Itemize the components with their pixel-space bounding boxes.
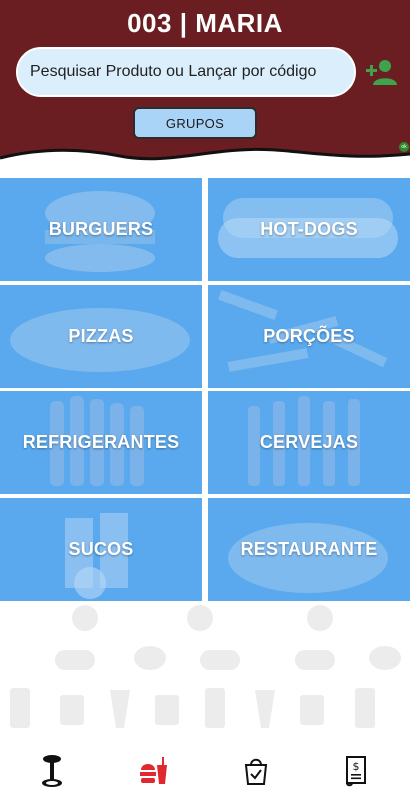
category-sucos[interactable]: SUCOS xyxy=(0,498,202,601)
shopping-bag-check-icon[interactable] xyxy=(236,753,276,789)
category-porcoes[interactable]: PORÇÕES xyxy=(208,285,410,388)
category-refrigerantes[interactable]: REFRIGERANTES xyxy=(0,391,202,494)
category-label: PORÇÕES xyxy=(263,326,355,346)
category-hot-dogs[interactable]: HOT-DOGS xyxy=(208,178,410,281)
add-user-icon[interactable] xyxy=(365,58,397,86)
category-restaurante[interactable]: RESTAURANTE xyxy=(208,498,410,601)
receipt-dollar-icon[interactable]: $ xyxy=(336,753,376,789)
category-label: HOT-DOGS xyxy=(260,219,358,239)
status-badge: ok xyxy=(399,142,409,152)
category-label: REFRIGERANTES xyxy=(22,432,180,452)
groups-button[interactable]: GRUPOS xyxy=(133,107,257,139)
category-label: PIZZAS xyxy=(68,326,134,346)
search-placeholder: Pesquisar Produto ou Lançar por código xyxy=(30,63,317,80)
search-input[interactable]: Pesquisar Produto ou Lançar por código xyxy=(16,47,356,97)
category-label: BURGUERS xyxy=(48,219,154,239)
category-label: RESTAURANTE xyxy=(240,539,378,559)
bottom-nav: $ xyxy=(0,745,410,800)
category-label: CERVEJAS xyxy=(259,432,359,452)
category-burgers[interactable]: BURGUERS xyxy=(0,178,202,281)
category-grid: BURGUERS HOT-DOGS PIZZAS PORÇÕES REFRIGE… xyxy=(0,178,410,602)
category-label: SUCOS xyxy=(68,539,134,559)
page-title: 003 | MARIA xyxy=(127,8,283,38)
category-cervejas[interactable]: CERVEJAS xyxy=(208,391,410,494)
category-pizzas[interactable]: PIZZAS xyxy=(0,285,202,388)
svg-text:$: $ xyxy=(353,760,360,773)
table-stool-icon[interactable] xyxy=(32,753,72,789)
food-pattern-background xyxy=(10,605,401,728)
fast-food-icon[interactable] xyxy=(133,753,173,789)
